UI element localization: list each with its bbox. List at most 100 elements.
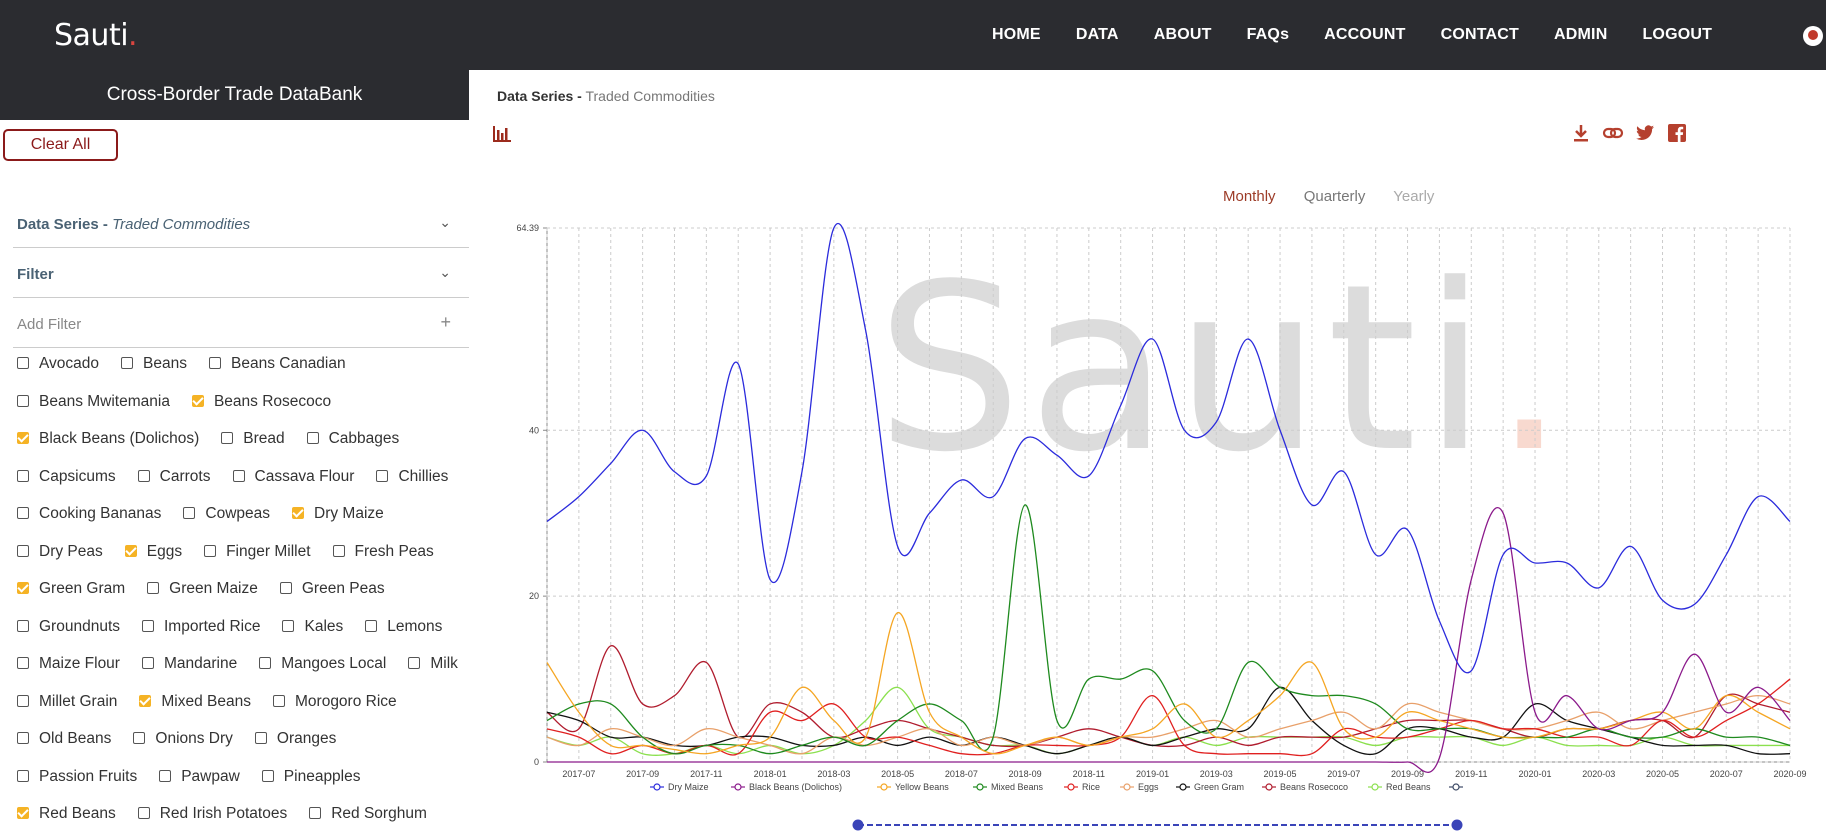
checkbox-checked-icon[interactable] — [191, 394, 204, 407]
range-slider-end-handle[interactable] — [1451, 819, 1463, 831]
checkbox-checked-icon[interactable] — [17, 807, 29, 819]
commodity-checkbox[interactable]: Lemons — [365, 618, 442, 636]
commodity-checkbox[interactable]: Beans Canadian — [209, 355, 346, 373]
nav-link-faqs[interactable]: FAQs — [1247, 26, 1290, 44]
checkbox-unchecked-icon[interactable] — [408, 657, 421, 669]
commodity-checkbox[interactable]: Imported Rice — [142, 618, 260, 636]
commodity-checkbox[interactable]: Dry Peas — [17, 543, 103, 561]
checkbox-unchecked-icon[interactable] — [17, 619, 29, 632]
checkbox-checked-icon[interactable] — [17, 432, 29, 444]
commodity-checkbox[interactable]: Red Sorghum — [309, 805, 427, 823]
commodity-checkbox[interactable]: Black Beans (Dolichos) — [17, 430, 199, 448]
commodity-checkbox[interactable]: Maize Flour — [17, 655, 120, 673]
checkbox-unchecked-icon[interactable] — [376, 469, 389, 482]
commodity-checkbox[interactable]: Groundnuts — [17, 618, 120, 636]
sauti-logo[interactable]: Sauti. — [54, 18, 138, 53]
commodity-checkbox[interactable]: Dry Maize — [292, 505, 384, 523]
checkbox-unchecked-icon[interactable] — [309, 807, 322, 819]
checkbox-checked-icon[interactable] — [292, 507, 304, 519]
checkbox-unchecked-icon[interactable] — [273, 694, 285, 707]
commodity-checkbox[interactable]: Pawpaw — [159, 768, 240, 786]
checkbox-unchecked-icon[interactable] — [121, 357, 134, 369]
checkbox-unchecked-icon[interactable] — [221, 432, 234, 444]
commodity-checkbox[interactable]: Kales — [282, 618, 343, 636]
nav-link-admin[interactable]: ADMIN — [1554, 26, 1607, 44]
checkbox-unchecked-icon[interactable] — [159, 769, 172, 782]
clear-all-button[interactable]: Clear All — [3, 129, 118, 161]
checkbox-unchecked-icon[interactable] — [254, 732, 267, 744]
checkbox-unchecked-icon[interactable] — [279, 582, 292, 594]
commodity-checkbox[interactable]: Pineapples — [261, 768, 361, 786]
commodity-checkbox[interactable]: Green Gram — [17, 580, 125, 598]
checkbox-unchecked-icon[interactable] — [306, 432, 319, 444]
checkbox-unchecked-icon[interactable] — [17, 657, 29, 669]
checkbox-checked-icon[interactable] — [139, 694, 152, 707]
nav-link-about[interactable]: ABOUT — [1154, 26, 1212, 44]
checkbox-unchecked-icon[interactable] — [259, 657, 272, 669]
filter-accordion[interactable]: Filter ⌄ — [13, 248, 469, 298]
twitter-icon[interactable] — [1634, 122, 1656, 144]
checkbox-unchecked-icon[interactable] — [147, 582, 160, 594]
nav-link-contact[interactable]: CONTACT — [1441, 26, 1519, 44]
commodity-checkbox[interactable]: Morogoro Rice — [273, 693, 397, 711]
checkbox-unchecked-icon[interactable] — [204, 544, 217, 557]
commodity-checkbox[interactable]: Cassava Flour — [232, 468, 354, 486]
commodity-checkbox[interactable]: Red Irish Potatoes — [137, 805, 287, 823]
nav-link-logout[interactable]: LOGOUT — [1642, 26, 1712, 44]
checkbox-unchecked-icon[interactable] — [365, 619, 378, 632]
data-series-accordion[interactable]: Data Series - Traded Commodities ⌄ — [13, 198, 469, 248]
checkbox-unchecked-icon[interactable] — [17, 357, 29, 369]
commodity-checkbox[interactable]: Milk — [408, 655, 458, 673]
commodity-checkbox[interactable]: Carrots — [137, 468, 211, 486]
commodity-checkbox[interactable]: Avocado — [17, 355, 99, 373]
checkbox-unchecked-icon[interactable] — [142, 619, 154, 632]
checkbox-unchecked-icon[interactable] — [141, 657, 154, 669]
checkbox-unchecked-icon[interactable] — [17, 544, 29, 557]
commodity-checkbox[interactable]: Green Peas — [279, 580, 385, 598]
checkbox-unchecked-icon[interactable] — [17, 769, 29, 782]
bar-chart-icon[interactable] — [492, 124, 512, 144]
commodity-checkbox[interactable]: Onions Dry — [133, 730, 233, 748]
commodity-checkbox[interactable]: Fresh Peas — [332, 543, 434, 561]
commodity-checkbox[interactable]: Beans Rosecoco — [191, 393, 331, 411]
checkbox-unchecked-icon[interactable] — [232, 469, 245, 482]
commodity-checkbox[interactable]: Old Beans — [17, 730, 111, 748]
checkbox-unchecked-icon[interactable] — [282, 619, 295, 632]
commodity-checkbox[interactable]: Mandarine — [141, 655, 237, 673]
checkbox-checked-icon[interactable] — [124, 544, 137, 557]
commodity-checkbox[interactable]: Red Beans — [17, 805, 116, 823]
commodity-checkbox[interactable]: Finger Millet — [204, 543, 311, 561]
download-icon[interactable] — [1570, 122, 1592, 144]
commodity-checkbox[interactable]: Mixed Beans — [139, 693, 251, 711]
checkbox-unchecked-icon[interactable] — [209, 357, 221, 369]
checkbox-checked-icon[interactable] — [17, 582, 29, 594]
checkbox-unchecked-icon[interactable] — [133, 732, 146, 744]
commodity-checkbox[interactable]: Beans Mwitemania — [17, 393, 170, 411]
commodity-checkbox[interactable]: Cowpeas — [183, 505, 270, 523]
nav-link-account[interactable]: ACCOUNT — [1324, 26, 1405, 44]
checkbox-unchecked-icon[interactable] — [332, 544, 345, 557]
checkbox-unchecked-icon[interactable] — [17, 694, 29, 707]
facebook-icon[interactable] — [1666, 122, 1688, 144]
commodity-checkbox[interactable]: Beans — [121, 355, 187, 373]
period-yearly-tab[interactable]: Yearly — [1393, 188, 1434, 205]
checkbox-unchecked-icon[interactable] — [17, 469, 29, 482]
nav-link-home[interactable]: HOME — [992, 26, 1041, 44]
commodity-checkbox[interactable]: Cabbages — [306, 430, 399, 448]
commodity-checkbox[interactable]: Oranges — [254, 730, 336, 748]
commodity-checkbox[interactable]: Chillies — [376, 468, 448, 486]
checkbox-unchecked-icon[interactable] — [17, 507, 29, 519]
user-avatar-icon[interactable] — [1803, 26, 1823, 46]
commodity-checkbox[interactable]: Bread — [221, 430, 285, 448]
commodity-checkbox[interactable]: Passion Fruits — [17, 768, 137, 786]
commodity-checkbox[interactable]: Green Maize — [147, 580, 258, 598]
add-filter-accordion[interactable]: Add Filter + — [13, 298, 469, 348]
checkbox-unchecked-icon[interactable] — [137, 469, 150, 482]
checkbox-unchecked-icon[interactable] — [137, 807, 150, 819]
checkbox-unchecked-icon[interactable] — [183, 507, 196, 519]
range-slider-start-handle[interactable] — [852, 819, 864, 831]
commodity-checkbox[interactable]: Cooking Bananas — [17, 505, 161, 523]
period-monthly-tab[interactable]: Monthly — [1223, 188, 1276, 205]
link-icon[interactable] — [1602, 122, 1624, 144]
commodity-checkbox[interactable]: Capsicums — [17, 468, 116, 486]
